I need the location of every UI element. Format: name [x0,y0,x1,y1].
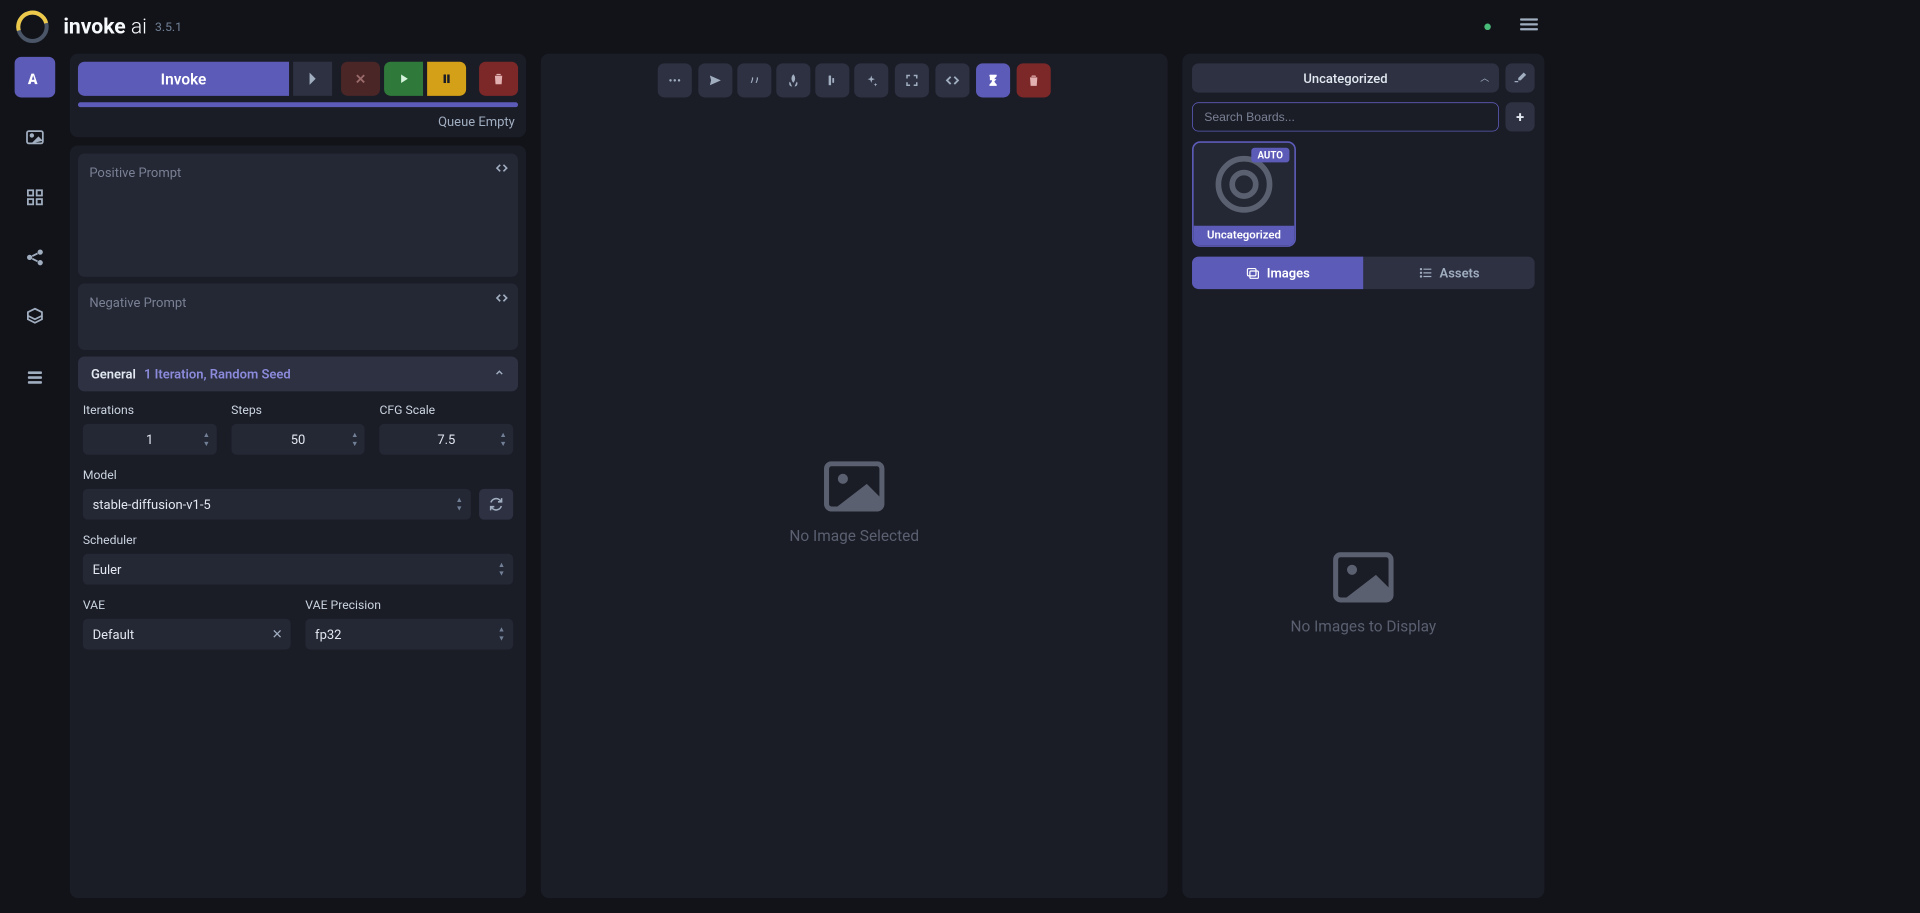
use-prompt-button[interactable] [737,63,771,97]
image-viewer-panel: No Image Selected [541,54,1168,898]
sync-models-button[interactable] [479,489,513,520]
workspace-nav [15,54,56,898]
nav-workflow-editor[interactable] [15,237,56,278]
select-chevron-icon: ▲▼ [456,495,463,513]
app-header: invoke ai 3.5.1 [0,0,1559,54]
section-subtitle: 1 Iteration, Random Seed [144,366,291,381]
clear-icon[interactable]: ✕ [272,626,283,641]
gallery-settings-button[interactable] [1505,63,1534,92]
steps-label: Steps [231,403,365,418]
cfg-scale-input[interactable]: 7.5 ▲▼ [379,424,513,455]
viewer-toolbar [541,54,1168,108]
positive-prompt-box [78,153,518,276]
auto-badge: AUTO [1251,148,1290,163]
clear-queue-button[interactable] [479,62,518,96]
board-card-label: Uncategorized [1194,226,1295,245]
invoke-button[interactable]: Invoke [78,62,289,96]
delete-image-button[interactable] [1017,63,1051,97]
vae-label: VAE [83,598,291,613]
vae-select[interactable]: Default ✕ [83,619,291,650]
progress-toggle-button[interactable] [976,63,1010,97]
number-stepper-icon[interactable]: ▲▼ [351,430,358,448]
cfg-scale-label: CFG Scale [379,403,513,418]
general-section-header[interactable]: General 1 Iteration, Random Seed [78,356,518,391]
vae-precision-label: VAE Precision [305,598,513,613]
scheduler-select[interactable]: Euler ▲▼ [83,554,513,585]
connection-status-dot [1484,24,1490,30]
iterations-input[interactable]: 1 ▲▼ [83,424,217,455]
use-size-button[interactable] [854,63,888,97]
parameters-panel: Invoke Queue Empty [70,54,526,898]
pause-queue-button[interactable] [427,62,466,96]
negative-prompt-input[interactable] [89,295,506,336]
more-menu-button[interactable] [658,63,692,97]
queue-front-button[interactable] [293,62,332,96]
prompt-syntax-icon[interactable] [495,162,508,178]
gallery-empty-state: No Images to Display [1192,299,1535,889]
app-title: invoke ai [63,15,147,39]
tab-assets[interactable]: Assets [1363,257,1534,289]
board-search-input[interactable] [1192,102,1499,131]
metadata-button[interactable] [935,63,969,97]
number-stepper-icon[interactable]: ▲▼ [499,430,506,448]
image-placeholder-icon [1332,552,1395,602]
section-title: General [91,366,136,381]
scheduler-label: Scheduler [83,533,513,548]
nav-unified-canvas[interactable] [15,177,56,218]
iterations-label: Iterations [83,403,217,418]
model-label: Model [83,468,471,483]
number-stepper-icon[interactable]: ▲▼ [203,430,210,448]
add-board-button[interactable]: + [1505,102,1534,131]
positive-prompt-input[interactable] [89,165,506,262]
vae-precision-select[interactable]: fp32 ▲▼ [305,619,513,650]
fullscreen-button[interactable] [895,63,929,97]
board-card-uncategorized[interactable]: AUTO Uncategorized [1192,141,1296,247]
board-thumb-icon [1216,156,1273,213]
nav-model-manager[interactable] [15,297,56,338]
chevron-up-icon: ︿ [1480,71,1489,84]
images-icon [1246,266,1261,281]
viewer-empty-state: No Image Selected [541,107,1168,898]
chevron-up-icon [494,367,505,382]
cancel-button[interactable] [341,62,380,96]
no-images-text: No Images to Display [1290,617,1436,636]
nav-queue[interactable] [15,357,56,398]
select-chevron-icon: ▲▼ [498,625,505,643]
resume-queue-button[interactable] [384,62,423,96]
app-version: 3.5.1 [155,19,182,34]
list-icon [1418,266,1433,281]
nav-image-to-image[interactable] [15,117,56,158]
steps-input[interactable]: 50 ▲▼ [231,424,365,455]
model-select[interactable]: stable-diffusion-v1-5 ▲▼ [83,489,471,520]
use-seed-button[interactable] [776,63,810,97]
select-chevron-icon: ▲▼ [498,560,505,578]
settings-menu-button[interactable] [1515,11,1543,43]
app-logo [16,11,48,43]
use-all-button[interactable] [815,63,849,97]
send-to-button[interactable] [698,63,732,97]
image-placeholder-icon [823,461,886,511]
gallery-panel: Uncategorized ︿ + AUTO Uncategorized [1182,54,1544,898]
nav-text-to-image[interactable] [15,57,56,98]
queue-status-text: Queue Empty [78,107,518,129]
board-dropdown[interactable]: Uncategorized ︿ [1192,63,1499,92]
tab-images[interactable]: Images [1192,257,1363,289]
no-image-text: No Image Selected [789,526,919,545]
negative-prompt-box [78,283,518,350]
prompt-syntax-icon[interactable] [495,292,508,308]
